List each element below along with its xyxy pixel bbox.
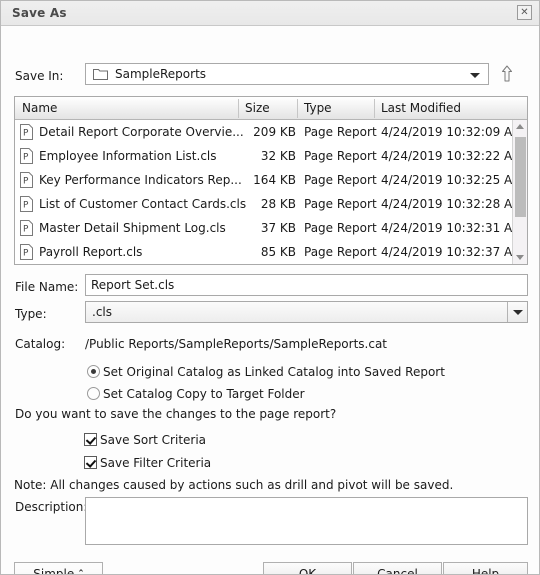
radio-indicator[interactable] [87, 365, 100, 378]
chevron-up-icon: ˆ [78, 568, 84, 575]
simple-button-label: Simple [33, 567, 75, 575]
file-modified-cell: 4/24/2019 10:32:28 AM [381, 197, 523, 211]
file-type-cell: Page Report [304, 173, 377, 187]
type-value: .cls [92, 305, 112, 319]
save-in-combobox[interactable]: SampleReports [85, 63, 489, 85]
file-list-row[interactable]: P Master Detail Shipment Log.cls 37 KB Page… [15, 216, 527, 240]
type-label: Type: [15, 307, 47, 321]
note-text: Note: All changes caused by actions such… [14, 478, 454, 492]
checkbox-indicator[interactable] [84, 433, 97, 446]
up-arrow-icon[interactable] [496, 63, 518, 85]
file-name-input[interactable] [85, 274, 528, 296]
simple-toggle-button[interactable]: Simple ˆ [14, 562, 103, 575]
radio-label[interactable]: Set Original Catalog as Linked Catalog i… [103, 365, 445, 379]
file-list-row[interactable]: P Employee Information List.cls 32 KB Page … [15, 144, 527, 168]
file-name-label: File Name: [15, 280, 79, 294]
page-report-icon: P [20, 124, 33, 140]
column-divider[interactable] [374, 99, 375, 118]
file-type-cell: Page Report [304, 197, 377, 211]
page-report-icon: P [20, 172, 33, 188]
file-modified-cell: 4/24/2019 10:32:22 AM [381, 149, 523, 163]
cancel-button[interactable]: Cancel [353, 562, 442, 574]
file-size-cell: 85 KB [260, 245, 296, 259]
file-list-row[interactable]: P Payroll Report.cls 85 KB Page Report 4/24/… [15, 240, 527, 264]
folder-icon [93, 69, 108, 80]
file-list-row[interactable]: P Key Performance Indicators Rep... 164 KB… [15, 168, 527, 192]
close-icon[interactable]: ✕ [517, 5, 532, 20]
save-changes-question: Do you want to save the changes to the p… [15, 407, 337, 421]
column-header-type[interactable]: Type [304, 101, 332, 115]
dialog-titlebar: Save As ✕ [1, 1, 539, 26]
column-divider[interactable] [297, 99, 298, 118]
chevron-down-icon[interactable] [470, 73, 480, 78]
dialog-content: Save In: SampleReports Name Size Type La… [1, 26, 539, 575]
ok-button[interactable]: OK [263, 562, 352, 574]
file-size-cell: 37 KB [260, 221, 296, 235]
file-modified-cell: 4/24/2019 10:32:09 AM [381, 125, 523, 139]
catalog-path: /Public Reports/SampleReports/SampleRepo… [85, 337, 388, 351]
file-size-cell: 28 KB [260, 197, 296, 211]
dialog-title: Save As [12, 6, 67, 20]
scroll-down-icon[interactable] [513, 250, 527, 264]
save-in-value: SampleReports [115, 67, 207, 81]
column-header-name[interactable]: Name [22, 101, 57, 115]
column-header-modified[interactable]: Last Modified [381, 101, 461, 115]
column-divider[interactable] [238, 99, 239, 118]
catalog-label: Catalog: [15, 337, 66, 351]
page-report-icon: P [20, 148, 33, 164]
file-name-cell: Employee Information List.cls [39, 149, 217, 163]
svg-text:P: P [23, 177, 29, 187]
file-name-cell: List of Customer Contact Cards.cls [39, 197, 247, 211]
radio-label[interactable]: Set Catalog Copy to Target Folder [103, 387, 305, 401]
save-in-label: Save In: [15, 69, 64, 83]
svg-text:P: P [23, 129, 29, 139]
file-name-cell: Key Performance Indicators Rep... [39, 173, 242, 187]
file-list-scrollbar[interactable] [512, 120, 527, 264]
file-list[interactable]: Name Size Type Last Modified P Detail Rep… [14, 96, 528, 265]
file-list-row[interactable]: P Detail Report Corporate Overvie... 209 K… [15, 120, 527, 144]
file-type-cell: Page Report [304, 221, 377, 235]
page-report-icon: P [20, 220, 33, 236]
checkbox-label[interactable]: Save Filter Criteria [100, 456, 211, 470]
file-size-cell: 209 KB [253, 125, 296, 139]
file-name-cell: Detail Report Corporate Overvie... [39, 125, 244, 139]
file-list-body: P Detail Report Corporate Overvie... 209 K… [15, 120, 527, 264]
file-modified-cell: 4/24/2019 10:32:25 AM [381, 173, 523, 187]
file-name-cell: Payroll Report.cls [39, 245, 143, 259]
column-header-size[interactable]: Size [245, 101, 270, 115]
svg-text:P: P [23, 153, 29, 163]
page-report-icon: P [20, 244, 33, 260]
file-list-row[interactable]: P List of Customer Contact Cards.cls 28 KB… [15, 192, 527, 216]
scrollbar-thumb[interactable] [515, 137, 526, 217]
checkbox-label[interactable]: Save Sort Criteria [100, 433, 206, 447]
page-report-icon: P [20, 196, 33, 212]
help-button[interactable]: Help [443, 562, 528, 574]
file-type-cell: Page Report [304, 125, 377, 139]
save-as-dialog: Save As ✕ Save In: SampleReports Name Si… [0, 0, 540, 575]
checkbox-indicator[interactable] [84, 456, 97, 469]
radio-indicator[interactable] [87, 387, 100, 400]
svg-text:P: P [23, 225, 29, 235]
description-textarea[interactable] [85, 497, 528, 545]
file-type-cell: Page Report [304, 149, 377, 163]
type-combobox[interactable]: .cls [85, 301, 528, 323]
file-size-cell: 32 KB [260, 149, 296, 163]
file-modified-cell: 4/24/2019 10:32:31 AM [381, 221, 523, 235]
chevron-down-icon[interactable] [507, 302, 527, 322]
file-type-cell: Page Report [304, 245, 377, 259]
svg-text:P: P [23, 201, 29, 211]
description-label: Description: [15, 500, 88, 514]
svg-text:P: P [23, 249, 29, 259]
file-size-cell: 164 KB [253, 173, 296, 187]
file-list-header: Name Size Type Last Modified [15, 97, 527, 120]
scroll-up-icon[interactable] [513, 120, 527, 134]
file-name-cell: Master Detail Shipment Log.cls [39, 221, 226, 235]
file-modified-cell: 4/24/2019 10:32:37 AM [381, 245, 523, 259]
